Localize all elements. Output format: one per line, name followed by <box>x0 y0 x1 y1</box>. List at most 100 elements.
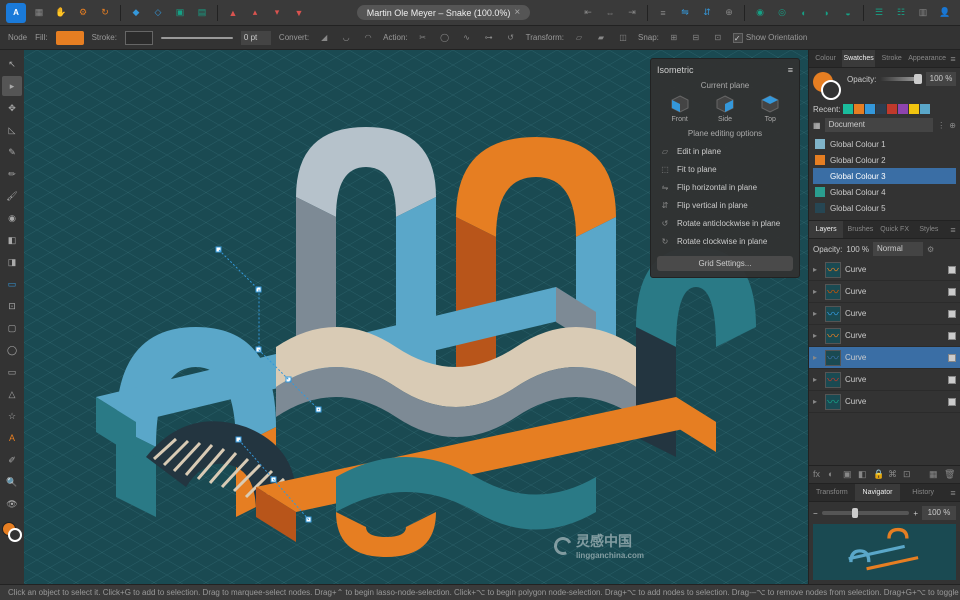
stroke-swatch[interactable] <box>125 31 153 45</box>
lock-icon[interactable]: 🔒 <box>873 469 885 480</box>
palette-add-icon[interactable]: ⊕ <box>949 121 956 130</box>
layer-row[interactable]: ▸〰Curve <box>809 347 960 369</box>
boolean-sub-icon[interactable]: ◎ <box>773 4 791 22</box>
anchor-icon[interactable]: ◆ <box>127 4 145 22</box>
tx1-icon[interactable]: ▱ <box>572 31 586 45</box>
recent-swatch[interactable] <box>865 104 875 114</box>
opt-fit-to-plane[interactable]: ⬚Fit to plane <box>657 160 793 178</box>
disclosure-icon[interactable]: ▸ <box>813 375 821 384</box>
opt-rotate-cw[interactable]: ↻Rotate clockwise in plane <box>657 232 793 250</box>
tab-layers[interactable]: Layers <box>809 221 843 238</box>
recent-swatch[interactable] <box>920 104 930 114</box>
delete-layer-icon[interactable]: 🗑 <box>944 469 956 480</box>
link-icon[interactable]: ⌘ <box>888 469 900 480</box>
tab-stroke[interactable]: Stroke <box>875 50 908 67</box>
snap1-icon[interactable]: ⊞ <box>667 31 681 45</box>
align-left-icon[interactable]: ⇤ <box>579 4 597 22</box>
global-colour-row[interactable]: Global Colour 4 <box>813 184 956 200</box>
move-tool[interactable]: ↖ <box>2 54 22 74</box>
layer-row[interactable]: ▸〰Curve <box>809 303 960 325</box>
recent-swatch[interactable] <box>876 104 886 114</box>
zoom-slider[interactable] <box>822 511 910 515</box>
global-colour-row[interactable]: Global Colour 5 <box>813 200 956 216</box>
blend-mode-dropdown[interactable]: Normal <box>873 242 923 256</box>
tab-history[interactable]: History <box>900 484 946 501</box>
zoom-out-icon[interactable]: − <box>813 509 818 518</box>
navigator-preview[interactable] <box>813 524 956 580</box>
mask2-icon[interactable]: ◧ <box>858 469 870 480</box>
node-tool[interactable]: ▸ <box>2 76 22 96</box>
disclosure-icon[interactable]: ▸ <box>813 353 821 362</box>
layer-row[interactable]: ▸〰Curve <box>809 259 960 281</box>
tab-brushes[interactable]: Brushes <box>843 221 877 238</box>
convert-smooth-icon[interactable]: ◡ <box>339 31 353 45</box>
layer-visible-checkbox[interactable] <box>948 266 956 274</box>
crop-tool[interactable]: ⊡ <box>2 296 22 316</box>
palette-dropdown[interactable]: Document <box>825 118 934 132</box>
close-icon[interactable]: × <box>514 7 520 18</box>
merge-icon[interactable]: ▤ <box>193 4 211 22</box>
reverse-icon[interactable]: ↺ <box>504 31 518 45</box>
shape-rounded-tool[interactable]: ▭ <box>2 362 22 382</box>
fill-stroke-selector[interactable] <box>2 522 22 542</box>
view-tool[interactable]: 👁 <box>2 494 22 514</box>
tab-styles[interactable]: Styles <box>912 221 946 238</box>
transparency-tool[interactable]: ◨ <box>2 252 22 272</box>
align-center-icon[interactable]: ⇔ <box>601 4 619 22</box>
stroke-width-input[interactable] <box>241 31 271 45</box>
palette-opts-icon[interactable]: ⋮ <box>937 121 945 130</box>
layer-row[interactable]: ▸〰Curve <box>809 281 960 303</box>
shape-rect-tool[interactable]: ▢ <box>2 318 22 338</box>
disclosure-icon[interactable]: ▸ <box>813 397 821 406</box>
group-icon[interactable]: ▣ <box>171 4 189 22</box>
global-colour-row[interactable]: Global Colour 3 <box>813 168 956 184</box>
layer-visible-checkbox[interactable] <box>948 310 956 318</box>
layer-row[interactable]: ▸〰Curve <box>809 325 960 347</box>
layer-visible-checkbox[interactable] <box>948 376 956 384</box>
recent-swatch[interactable] <box>887 104 897 114</box>
document-title[interactable]: Martin Ole Meyer – Snake (100.0%)× <box>357 5 530 20</box>
tx2-icon[interactable]: ▰ <box>594 31 608 45</box>
fx-icon[interactable]: fx <box>813 469 825 480</box>
zoom-in-icon[interactable]: + <box>913 509 918 518</box>
tab-swatches[interactable]: Swatches <box>842 50 875 67</box>
grid-settings-button[interactable]: Grid Settings... <box>657 256 793 271</box>
opacity-value[interactable]: 100 % <box>926 72 956 86</box>
shape-triangle-tool[interactable]: △ <box>2 384 22 404</box>
add-layer-icon[interactable]: ▦ <box>929 469 941 480</box>
smooth-icon[interactable]: ∿ <box>460 31 474 45</box>
tab-transform[interactable]: Transform <box>809 484 855 501</box>
artistic-text-tool[interactable]: A <box>2 428 22 448</box>
fill-swatch[interactable] <box>56 31 84 45</box>
canvas[interactable]: Isometric≡ Current plane Front Side Top … <box>24 50 808 584</box>
opt-flip-v[interactable]: ⇵Flip vertical in plane <box>657 196 793 214</box>
opt-flip-h[interactable]: ⇋Flip horizontal in plane <box>657 178 793 196</box>
disclosure-icon[interactable]: ▸ <box>813 309 821 318</box>
point-transform-tool[interactable]: ✥ <box>2 98 22 118</box>
plane-top[interactable]: Top <box>760 94 780 123</box>
front2-icon[interactable]: ▴ <box>246 4 264 22</box>
back2-icon[interactable]: ▼ <box>290 4 308 22</box>
corner-tool[interactable]: ◺ <box>2 120 22 140</box>
adj-icon[interactable]: ◐ <box>828 469 840 480</box>
pencil-tool[interactable]: ✏ <box>2 164 22 184</box>
plane-front[interactable]: Front <box>670 94 690 123</box>
disclosure-icon[interactable]: ▸ <box>813 331 821 340</box>
recent-swatch[interactable] <box>854 104 864 114</box>
shape-star-tool[interactable]: ☆ <box>2 406 22 426</box>
tab-navigator[interactable]: Navigator <box>855 484 901 501</box>
tab-appearance[interactable]: Appearance <box>908 50 946 67</box>
flip-v-icon[interactable]: ⇵ <box>698 4 716 22</box>
opt-edit-in-plane[interactable]: ▱Edit in plane <box>657 142 793 160</box>
layers-icon[interactable]: ▥ <box>914 4 932 22</box>
brush-tool[interactable]: 🖌 <box>2 186 22 206</box>
stroke-preview[interactable] <box>161 37 233 39</box>
snap2-icon[interactable]: ⊟ <box>689 31 703 45</box>
layer-visible-checkbox[interactable] <box>948 398 956 406</box>
panel-menu-icon[interactable]: ≡ <box>946 221 960 238</box>
layer-row[interactable]: ▸〰Curve <box>809 369 960 391</box>
palette-icon[interactable]: ▦ <box>813 121 821 130</box>
snapshot-icon[interactable]: ☰ <box>870 4 888 22</box>
boolean-add-icon[interactable]: ◉ <box>751 4 769 22</box>
boolean-xor-icon[interactable]: ◑ <box>817 4 835 22</box>
